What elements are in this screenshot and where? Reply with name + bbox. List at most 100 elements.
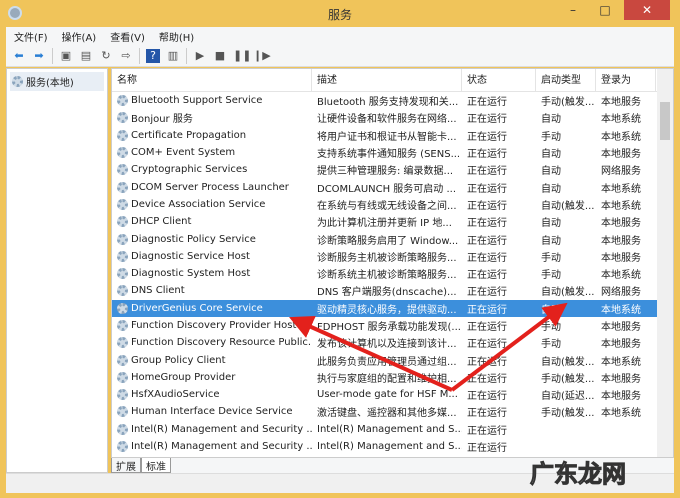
service-log-on-as: 本地服务 xyxy=(601,391,641,403)
export-icon[interactable]: ⇨ xyxy=(119,49,133,63)
service-row[interactable]: DCOM Server Process Launcher DCOMLAUNCH 服… xyxy=(112,178,673,195)
service-status: 正在运行 xyxy=(467,287,507,299)
service-row[interactable]: DNS Client DNS 客户端服务(dnscache)... 正在运行 自动(触… xyxy=(112,282,673,299)
service-description: 提供三种管理服务: 编录数据... xyxy=(317,166,454,178)
service-description: 让硬件设备和软件服务在网络... xyxy=(317,114,457,126)
column-startup-type[interactable]: 启动类型 xyxy=(536,69,596,91)
service-row[interactable]: Device Association Service 在系统与有线或无线设备之间.… xyxy=(112,196,673,213)
service-name: DHCP Client xyxy=(131,216,192,228)
tab-standard[interactable]: 标准 xyxy=(141,458,171,473)
service-row[interactable]: DriverGenius Core Service 驱动精灵核心服务，提供驱动..… xyxy=(112,299,673,317)
service-row[interactable]: Cryptographic Services 提供三种管理服务: 编录数据... 正… xyxy=(112,161,673,178)
column-name[interactable]: 名称 xyxy=(112,69,312,91)
service-row[interactable]: HsfXAudioService User-mode gate for HSF M… xyxy=(112,386,673,403)
close-button[interactable]: ✕ xyxy=(624,0,670,20)
vertical-scrollbar[interactable] xyxy=(657,69,673,457)
service-gear-icon xyxy=(117,268,128,280)
service-gear-icon xyxy=(117,181,128,193)
service-name-cell: DriverGenius Core Service xyxy=(112,302,312,314)
service-gear-icon xyxy=(117,164,128,176)
service-log-on-as: 本地服务 xyxy=(601,322,641,333)
start-icon[interactable]: ▶ xyxy=(193,49,207,63)
column-description[interactable]: 描述 xyxy=(312,69,462,91)
service-row[interactable]: Certificate Propagation 将用户证书和根证书从智能卡... 正… xyxy=(112,127,673,144)
service-startup-type: 自动 xyxy=(541,166,561,178)
service-row[interactable]: Diagnostic Service Host 诊断服务主机被诊断策略服务... 正… xyxy=(112,248,673,265)
service-status: 正在运行 xyxy=(467,200,507,212)
service-startup-type: 自动(触发... xyxy=(541,200,595,212)
service-row[interactable]: Group Policy Client 此服务负责应用管理员通过组... 正在运行 自… xyxy=(112,351,673,368)
tree-item-services-local[interactable]: 服务(本地) xyxy=(10,72,104,91)
service-description: 诊断策略服务启用了 Window... xyxy=(317,235,459,247)
help-icon[interactable]: ? xyxy=(146,48,160,63)
service-log-on-as: 本地服务 xyxy=(601,339,641,351)
service-row[interactable]: Function Discovery Provider Host FDPHOST … xyxy=(112,317,673,334)
service-status: 正在运行 xyxy=(467,304,507,316)
service-row[interactable]: Intel(R) Management and Security ... Inte… xyxy=(112,438,673,455)
service-name-cell: Bluetooth Support Service xyxy=(112,95,312,107)
gear-icon xyxy=(12,76,23,87)
service-name-cell: Intel(R) Management and Security ... xyxy=(112,441,312,453)
service-startup-type: 自动 xyxy=(541,183,561,195)
service-startup-type: 自动(触发... xyxy=(541,356,595,368)
column-status[interactable]: 状态 xyxy=(462,69,536,91)
tree-pane: 服务(本地) xyxy=(6,68,108,473)
service-row[interactable]: COM+ Event System 支持系统事件通知服务 (SENS... 正在运行… xyxy=(112,144,673,161)
service-row[interactable]: Bluetooth Support Service Bluetooth 服务支持发… xyxy=(112,92,673,109)
column-log-on-as[interactable]: 登录为 xyxy=(596,69,656,91)
service-name-cell: Diagnostic System Host xyxy=(112,268,312,280)
service-row[interactable]: Diagnostic Policy Service 诊断策略服务启用了 Windo… xyxy=(112,230,673,247)
properties-icon[interactable]: ▤ xyxy=(79,49,93,63)
service-row[interactable]: Diagnostic System Host 诊断系统主机被诊断策略服务... 正在… xyxy=(112,265,673,282)
menu-file[interactable]: 文件(F) xyxy=(14,29,48,44)
service-name-cell: HsfXAudioService xyxy=(112,389,312,401)
scrollbar-thumb[interactable] xyxy=(660,102,670,140)
service-name-cell: Function Discovery Resource Public... xyxy=(112,337,312,349)
pause-icon[interactable]: ❚❚ xyxy=(233,49,251,63)
service-description: 此服务负责应用管理员通过组... xyxy=(317,356,457,368)
service-name-cell: Certificate Propagation xyxy=(112,129,312,141)
toolbar: ⬅ ➡ ▣ ▤ ↻ ⇨? ▥ ▶ ■ ❚❚ ❙▶ xyxy=(6,45,674,67)
service-name-cell: HomeGroup Provider xyxy=(112,371,312,383)
toolbar-separator xyxy=(139,47,140,64)
service-status: 正在运行 xyxy=(467,252,507,264)
console-icon[interactable]: ▥ xyxy=(166,49,180,63)
service-description: 驱动精灵核心服务，提供驱动... xyxy=(317,304,457,316)
maximize-button[interactable]: □ xyxy=(590,0,620,20)
stop-icon[interactable]: ■ xyxy=(213,49,227,63)
service-log-on-as: 本地服务 xyxy=(601,235,641,247)
service-name: Function Discovery Resource Public... xyxy=(131,337,312,349)
service-gear-icon xyxy=(117,302,128,314)
service-row[interactable]: HomeGroup Provider 执行与家庭组的配置和维护相... 正在运行 手动… xyxy=(112,369,673,386)
back-icon[interactable]: ⬅ xyxy=(12,49,26,63)
service-gear-icon xyxy=(117,389,128,401)
service-name-cell: Cryptographic Services xyxy=(112,164,312,176)
service-row[interactable]: Intel(R) Management and Security ... Inte… xyxy=(112,421,673,438)
service-log-on-as: 本地系统 xyxy=(601,114,641,126)
refresh-icon[interactable]: ↻ xyxy=(99,49,113,63)
tree-item-label: 服务(本地) xyxy=(26,78,74,89)
service-name: DriverGenius Core Service xyxy=(131,302,263,314)
service-name: Diagnostic Service Host xyxy=(131,250,250,262)
forward-icon[interactable]: ➡ xyxy=(32,49,46,63)
service-log-on-as: 本地服务 xyxy=(601,149,641,161)
service-status: 正在运行 xyxy=(467,218,507,230)
service-description: 激活键盘、遥控器和其他多媒... xyxy=(317,408,457,420)
service-name-cell: Intel(R) Management and Security ... xyxy=(112,423,312,435)
service-log-on-as: 网络服务 xyxy=(601,166,641,178)
minimize-button[interactable]: – xyxy=(558,0,588,20)
resume-icon[interactable]: ❙▶ xyxy=(253,49,271,63)
tab-extended[interactable]: 扩展 xyxy=(111,458,141,473)
service-description: DNS 客户端服务(dnscache)... xyxy=(317,287,457,299)
service-row[interactable]: Function Discovery Resource Public... 发布该… xyxy=(112,334,673,351)
service-startup-type: 手动 xyxy=(541,322,561,333)
menu-action[interactable]: 操作(A) xyxy=(62,29,97,44)
menu-view[interactable]: 查看(V) xyxy=(110,29,145,44)
show-tree-icon[interactable]: ▣ xyxy=(59,49,73,63)
service-row[interactable]: Bonjour 服务 让硬件设备和软件服务在网络... 正在运行 自动 本地系统 xyxy=(112,109,673,126)
menu-help[interactable]: 帮助(H) xyxy=(159,29,194,44)
service-description: FDPHOST 服务承载功能发现(... xyxy=(317,322,461,333)
service-status: 正在运行 xyxy=(467,443,507,455)
service-row[interactable]: DHCP Client 为此计算机注册并更新 IP 地... 正在运行 自动 本地服务 xyxy=(112,213,673,230)
service-row[interactable]: Human Interface Device Service 激活键盘、遥控器和其… xyxy=(112,403,673,420)
